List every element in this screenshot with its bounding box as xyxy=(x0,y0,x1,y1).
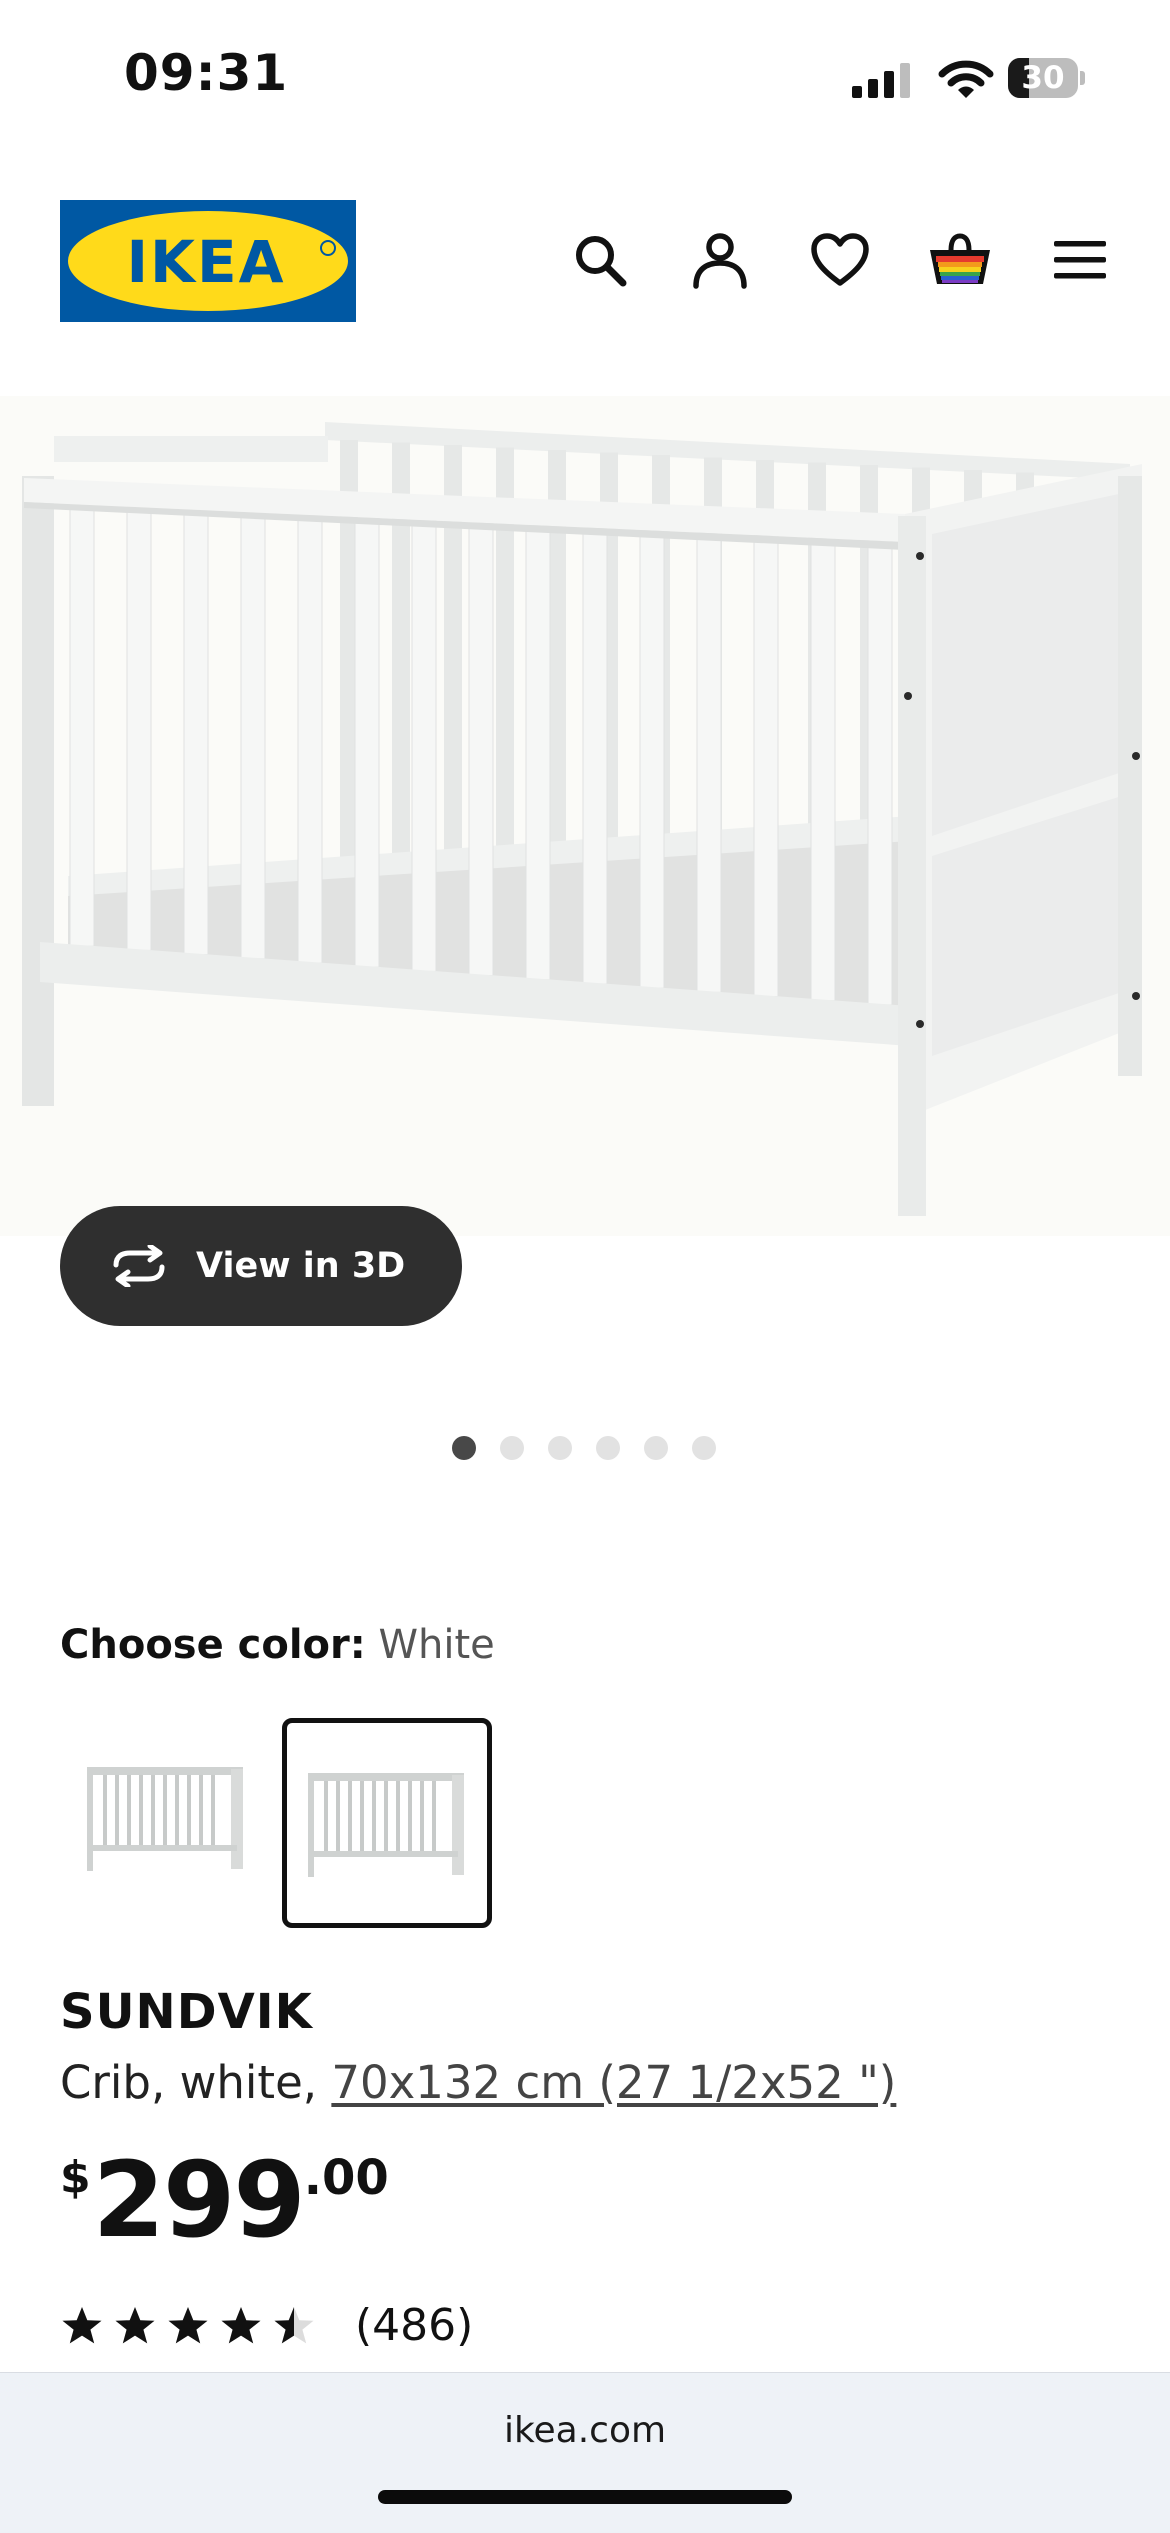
selected-color-value: White xyxy=(378,1622,495,1668)
carousel-dot[interactable] xyxy=(596,1436,620,1460)
product-size-link[interactable]: 70x132 cm (27 1/2x52 ") xyxy=(331,2056,896,2109)
search-icon[interactable] xyxy=(562,222,638,298)
heart-icon[interactable] xyxy=(802,222,878,298)
color-swatch-selected[interactable] xyxy=(282,1718,492,1928)
wifi-icon xyxy=(938,60,994,98)
star-icon xyxy=(274,2306,314,2343)
star-icon xyxy=(62,2306,102,2343)
ikea-logo-text: IKEA xyxy=(126,228,285,296)
carousel-dot[interactable] xyxy=(452,1436,476,1460)
status-time: 09:31 xyxy=(124,44,289,102)
cart-icon[interactable] xyxy=(922,222,998,298)
browser-bottom-bar xyxy=(0,2372,1170,2533)
choose-color-label: Choose color: White xyxy=(60,1622,495,1668)
product-image[interactable] xyxy=(0,396,1170,1236)
carousel-dot[interactable] xyxy=(548,1436,572,1460)
price-integer: 299 xyxy=(92,2139,306,2261)
choose-color-key: Choose color: xyxy=(60,1622,366,1668)
rating-stars xyxy=(60,2305,325,2347)
battery-indicator: 30 xyxy=(1008,58,1085,98)
status-icons: 30 xyxy=(850,52,1090,102)
product-description-text: Crib, white, xyxy=(60,2056,332,2109)
product-description: Crib, white, 70x132 cm (27 1/2x52 ") xyxy=(60,2056,896,2109)
product-rating[interactable]: (486) xyxy=(60,2300,473,2351)
review-count: (486) xyxy=(355,2300,474,2351)
rotate-3d-icon xyxy=(108,1245,170,1287)
home-indicator[interactable] xyxy=(378,2490,792,2504)
view-in-3d-label: View in 3D xyxy=(196,1246,406,1286)
carousel-dots xyxy=(452,1436,740,1466)
price-decimal: .00 xyxy=(303,2150,389,2206)
carousel-dot[interactable] xyxy=(692,1436,716,1460)
price-currency: $ xyxy=(60,2152,91,2203)
battery-level: 30 xyxy=(1021,60,1065,96)
color-swatch[interactable] xyxy=(66,1724,266,1910)
product-price: $ 299 .00 xyxy=(60,2140,389,2260)
browser-url[interactable]: ikea.com xyxy=(0,2410,1170,2451)
menu-icon[interactable] xyxy=(1042,222,1118,298)
cellular-signal-icon xyxy=(852,63,910,98)
star-icon xyxy=(115,2306,155,2343)
star-icon xyxy=(168,2306,208,2343)
star-icon xyxy=(221,2306,261,2343)
ikea-logo[interactable]: IKEA xyxy=(60,200,356,322)
swatch-crib-thumbnail-1 xyxy=(87,1767,243,1871)
product-name: SUNDVIK xyxy=(60,1984,313,2040)
view-in-3d-button[interactable]: View in 3D xyxy=(60,1206,462,1326)
account-icon[interactable] xyxy=(682,222,758,298)
carousel-dot[interactable] xyxy=(644,1436,668,1460)
carousel-dot[interactable] xyxy=(500,1436,524,1460)
swatch-crib-thumbnail-2 xyxy=(308,1773,464,1877)
